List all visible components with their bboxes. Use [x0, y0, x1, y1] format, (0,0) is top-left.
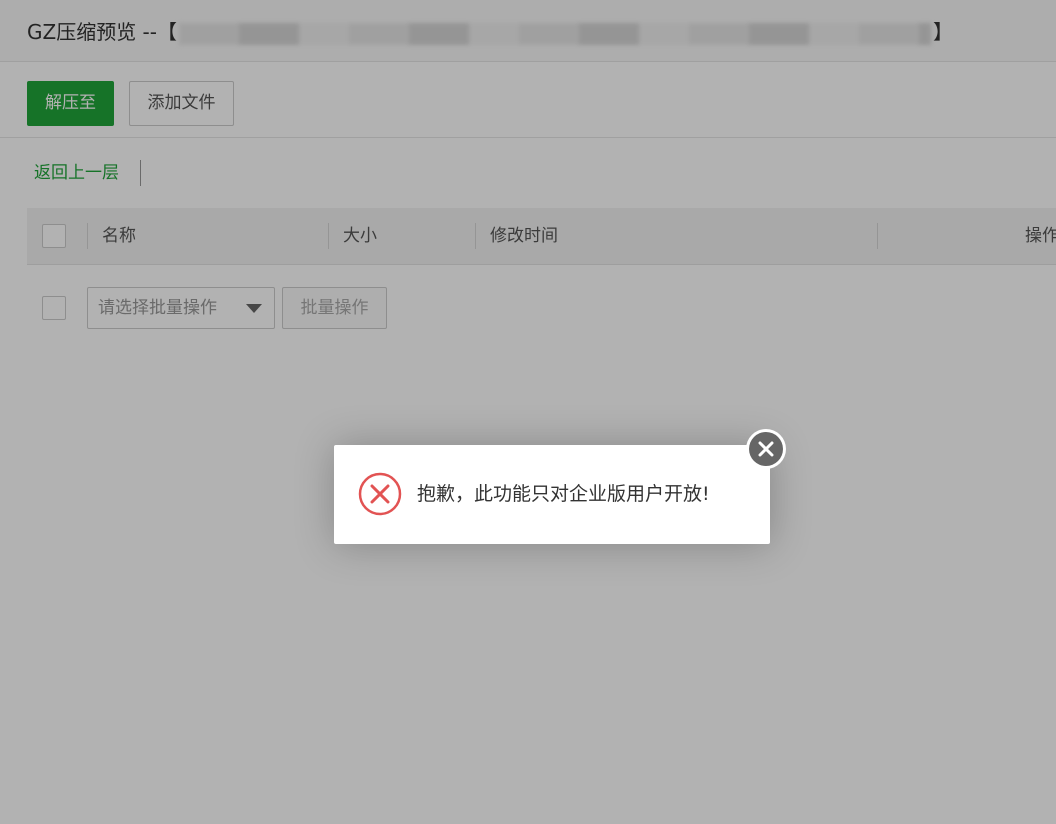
error-dialog: 抱歉，此功能只对企业版用户开放!: [334, 429, 786, 544]
close-icon[interactable]: [745, 428, 787, 470]
modal-overlay: [0, 0, 1056, 824]
error-x-circle-icon: [358, 472, 402, 516]
dialog-message: 抱歉，此功能只对企业版用户开放!: [417, 483, 710, 505]
gz-preview-page: GZ压缩预览 --【】 解压至 添加文件 返回上一层 名称 大小 修改时间 操作…: [0, 0, 1056, 824]
